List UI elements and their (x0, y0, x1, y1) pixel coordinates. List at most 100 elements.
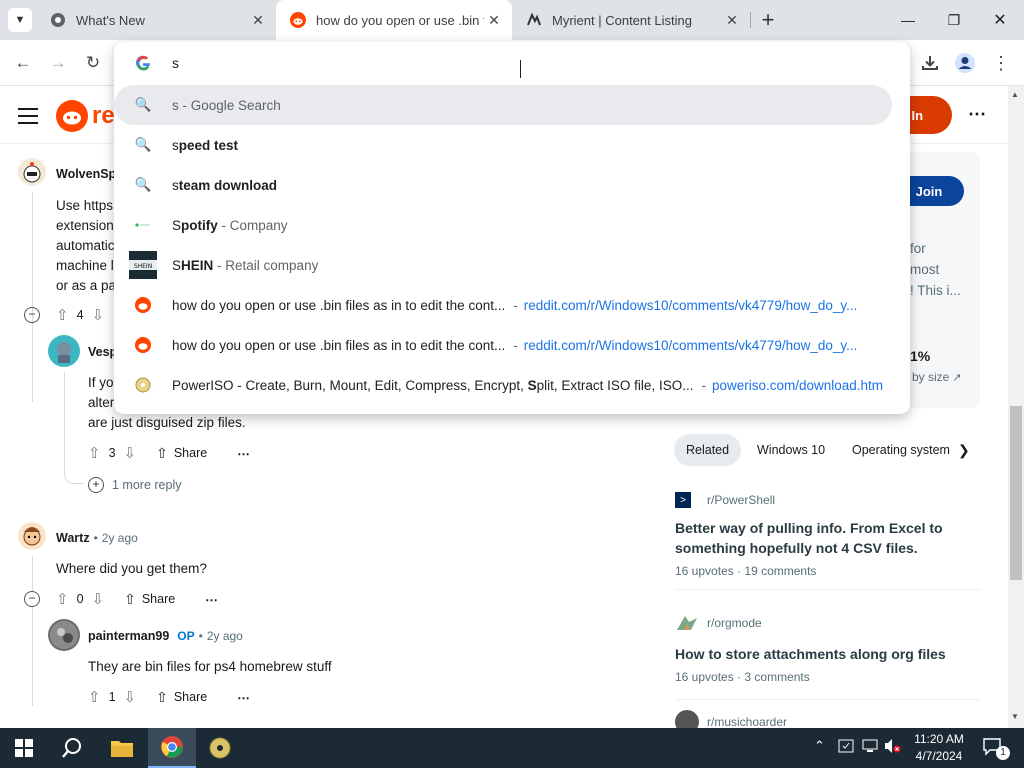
more-icon[interactable]: ⋯ (237, 690, 250, 705)
upvote-icon[interactable]: ⇧ (88, 688, 101, 706)
more-icon[interactable]: ⋯ (237, 446, 250, 461)
sidebar-stat-label: by size ↗ (912, 370, 962, 384)
chip-operating-system[interactable]: Operating system (840, 434, 962, 466)
close-icon[interactable]: ✕ (248, 12, 268, 29)
disc-app-icon[interactable] (196, 728, 244, 768)
omnibox-input[interactable]: s (172, 55, 179, 71)
scroll-down-arrow[interactable]: ▼ (1011, 712, 1019, 721)
related-post[interactable]: > r/PowerShell Better way of pulling inf… (675, 492, 981, 590)
vote-count: 1 (108, 690, 116, 704)
minimize-button[interactable]: — (888, 8, 928, 32)
scroll-up-arrow[interactable]: ▲ (1011, 90, 1019, 99)
share-button[interactable]: ⇧ Share (124, 591, 175, 608)
related-post[interactable]: r/musichoarder (675, 710, 981, 728)
comment-username[interactable]: WolvenSp (56, 167, 116, 181)
chip-windows10[interactable]: Windows 10 (745, 434, 837, 466)
close-icon[interactable]: ✕ (722, 12, 742, 29)
chip-related[interactable]: Related (674, 434, 742, 466)
related-stats: 16 upvotes · 19 comments (675, 564, 817, 578)
related-title[interactable]: Better way of pulling info. From Excel t… (675, 518, 981, 558)
avatar[interactable] (18, 158, 46, 186)
upvote-icon[interactable]: ⇧ (56, 306, 69, 324)
suggestion-history-reddit[interactable]: how do you open or use .bin files as in … (114, 285, 892, 325)
show-hidden-icons[interactable]: ⌃ (814, 738, 825, 754)
close-icon[interactable]: ✕ (484, 12, 504, 29)
back-icon[interactable]: ← (8, 48, 38, 78)
vote-count: 4 (76, 308, 84, 322)
subreddit-name[interactable]: r/musichoarder (707, 715, 787, 728)
suggestion-shein[interactable]: SHEIN SHEIN - Retail company (114, 245, 892, 285)
orgmode-icon (675, 612, 699, 634)
subreddit-name[interactable]: r/orgmode (707, 616, 762, 630)
security-icon[interactable] (838, 738, 854, 757)
volume-muted-icon[interactable] (884, 738, 902, 757)
reload-icon[interactable]: ↻ (78, 48, 108, 78)
downvote-icon[interactable]: ⇩ (92, 590, 105, 608)
vote-count: 0 (76, 592, 84, 606)
search-icon[interactable] (48, 728, 96, 768)
vote-count: 3 (108, 446, 116, 460)
comment-text: Where did you get them? (56, 561, 207, 576)
downvote-icon[interactable]: ⇩ (124, 688, 137, 706)
share-button[interactable]: ⇧ Share (156, 445, 207, 462)
download-icon[interactable] (915, 48, 945, 78)
avatar[interactable] (48, 619, 80, 651)
search-icon: 🔍 (134, 137, 152, 152)
network-icon[interactable] (862, 738, 878, 757)
forward-icon[interactable]: → (43, 48, 73, 78)
collapse-icon[interactable]: − (24, 307, 40, 323)
tab-search-button[interactable]: ▼ (8, 8, 32, 32)
related-title[interactable]: How to store attachments along org files (675, 644, 981, 664)
comment-username[interactable]: Wartz (56, 531, 90, 545)
related-post[interactable]: r/orgmode How to store attachments along… (675, 612, 981, 700)
reddit-logo[interactable]: re (56, 100, 115, 132)
clock[interactable]: 11:20 AM 4/7/2024 (904, 731, 974, 765)
more-options-icon[interactable]: ⋯ (968, 104, 986, 125)
thread-line (32, 556, 33, 706)
avatar[interactable] (48, 335, 80, 367)
notification-center-icon[interactable]: 1 (982, 736, 1010, 760)
chrome-icon (50, 12, 66, 28)
chevron-right-icon[interactable]: ❯ (958, 442, 970, 459)
avatar[interactable] (18, 522, 46, 550)
page-scrollbar[interactable]: ▲ ▼ (1008, 86, 1024, 728)
collapse-icon[interactable]: − (24, 591, 40, 607)
suggestion-history-reddit[interactable]: how do you open or use .bin files as in … (114, 325, 892, 365)
comment-header: painterman99 OP • 2y ago (88, 629, 243, 643)
close-window-button[interactable]: ✕ (980, 8, 1020, 32)
hamburger-icon[interactable] (18, 108, 38, 124)
more-icon[interactable]: ⋯ (205, 592, 218, 607)
comment-username[interactable]: Vesp (88, 345, 117, 359)
comment-username[interactable]: painterman99 (88, 629, 169, 643)
upvote-icon[interactable]: ⇧ (56, 590, 69, 608)
scroll-thumb[interactable] (1010, 406, 1022, 580)
subreddit-name[interactable]: r/PowerShell (707, 493, 775, 507)
tab-myrient[interactable]: Myrient | Content Listing ✕ (512, 0, 750, 40)
downvote-icon[interactable]: ⇩ (92, 306, 105, 324)
tab-reddit-active[interactable]: how do you open or use .bin fil ✕ (276, 0, 512, 40)
new-tab-button[interactable]: + (756, 6, 780, 34)
suggestion-google-search[interactable]: 🔍 s - Google Search (114, 85, 892, 125)
suggestion-poweriso[interactable]: PowerISO - Create, Burn, Mount, Edit, Co… (114, 365, 892, 405)
notification-count: 1 (996, 746, 1010, 760)
suggestion-spotify[interactable]: Spotify - Company (114, 205, 892, 245)
search-icon: 🔍 (134, 97, 152, 112)
comment-text: Use https extension automatic machine l … (56, 198, 117, 293)
windows-start-icon[interactable] (0, 728, 48, 768)
upvote-icon[interactable]: ⇧ (88, 444, 101, 462)
svg-text:SHEIN: SHEIN (134, 263, 152, 270)
suggestion-speed-test[interactable]: 🔍 speed test (114, 125, 892, 165)
menu-kebab-icon[interactable]: ⋮ (986, 48, 1016, 78)
profile-icon[interactable] (950, 48, 980, 78)
omnibox-input-row[interactable]: s (114, 42, 910, 84)
downvote-icon[interactable]: ⇩ (124, 444, 137, 462)
tab-whats-new[interactable]: What's New ✕ (36, 0, 276, 40)
maximize-button[interactable]: ❐ (934, 8, 974, 32)
suggestion-steam-download[interactable]: 🔍 steam download (114, 165, 892, 205)
chrome-taskbar-icon[interactable] (148, 728, 196, 768)
more-replies-link[interactable]: + 1 more reply (88, 477, 181, 493)
file-explorer-icon[interactable] (98, 728, 146, 768)
reddit-icon (114, 297, 172, 313)
share-button[interactable]: ⇧ Share (156, 689, 207, 706)
shein-icon: SHEIN (114, 251, 172, 279)
